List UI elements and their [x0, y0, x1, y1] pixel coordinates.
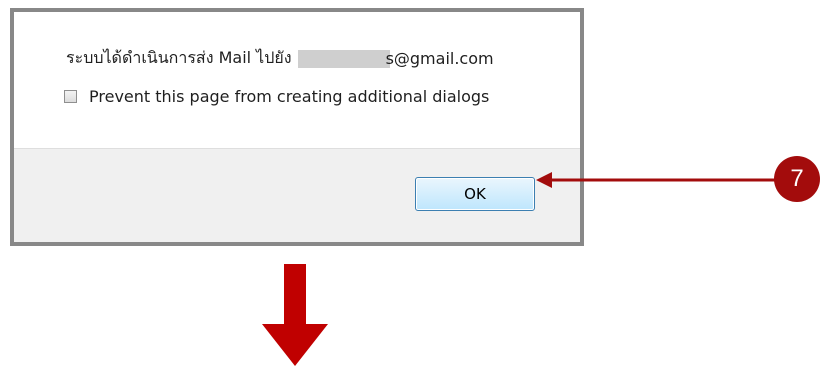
dialog-message: ระบบได้ดำเนินการส่ง Mail ไปยัง s@gmail.c…: [66, 46, 494, 71]
down-arrow-icon: [262, 264, 328, 366]
prevent-dialogs-row[interactable]: Prevent this page from creating addition…: [64, 87, 489, 106]
dialog-footer: OK: [14, 148, 580, 242]
dialog-content: ระบบได้ดำเนินการส่ง Mail ไปยัง s@gmail.c…: [14, 12, 580, 148]
dialog-message-text: ระบบได้ดำเนินการส่ง Mail ไปยัง: [66, 48, 292, 67]
dialog-message-email: s@gmail.com: [385, 49, 494, 68]
prevent-dialogs-label[interactable]: Prevent this page from creating addition…: [89, 87, 489, 106]
ok-button[interactable]: OK: [415, 177, 535, 211]
redacted-email-block: [297, 49, 390, 68]
pointer-arrow-icon: [536, 172, 781, 188]
prevent-dialogs-checkbox[interactable]: [64, 90, 77, 103]
alert-dialog: ระบบได้ดำเนินการส่ง Mail ไปยัง s@gmail.c…: [10, 8, 584, 246]
step-number-badge: 7: [774, 156, 820, 202]
